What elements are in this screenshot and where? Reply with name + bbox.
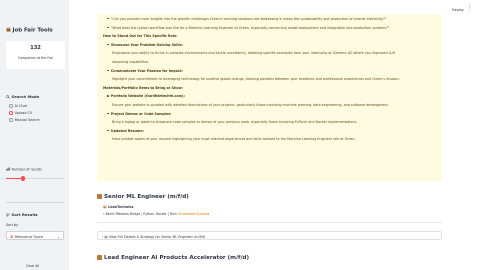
job-divider [97, 222, 442, 223]
bullet-icon [107, 43, 109, 46]
callout-line: "Can you provide more insights into the … [107, 17, 386, 21]
callout-line-text: Showcase Your Problem-Solving Skills: [110, 42, 183, 47]
results-count-label-text: Number of results [11, 167, 42, 172]
search-mode-heading: Search Mode [6, 94, 39, 99]
sidebar-bottom-action[interactable]: Clear All [26, 264, 39, 268]
callout-line-text: Bring a laptop or tablet to showcase cod… [112, 120, 358, 125]
sort-by-value: Relevance Score [14, 234, 43, 239]
radio-label: Upload CV [14, 111, 33, 115]
callout-line-text: How to Stand Out for This Specific Role: [103, 34, 178, 39]
callout-line: Emphasize your ability to thrive in comp… [112, 51, 395, 55]
callout-line-text: Project Demos or Code Samples: [110, 111, 172, 116]
chart-icon [6, 167, 10, 171]
results-count-slider[interactable] [6, 176, 64, 181]
sort-results-heading: Sort Results [6, 212, 38, 217]
radio-upload-cv[interactable]: Upload CV [9, 111, 32, 115]
radio-circle-selected[interactable] [9, 111, 13, 115]
bullet-icon [107, 26, 109, 28]
company-name: LeanTechnics [103, 205, 133, 209]
callout-line-text: Ensure your website is updated with deta… [112, 103, 389, 107]
sort-icon [6, 213, 10, 216]
bullet-icon [107, 129, 109, 132]
chevron-down-icon: ⌄ [57, 234, 60, 239]
callout-line-text: Portfolio Website (Ourlittletechfe.com): [110, 94, 185, 99]
sort-by-label: Sort by [6, 223, 19, 227]
briefcase-icon [97, 194, 102, 199]
callout-line: "What does the typical workflow look lik… [107, 26, 389, 30]
document-icon: ▤ [104, 234, 108, 239]
main-content: "Can you provide more insights into the … [69, 0, 480, 270]
callout-line-text: reasoning capabilities. [112, 60, 150, 64]
callout-line: Showcase Your Problem-Solving Skills: [107, 43, 183, 47]
radio-circle[interactable] [9, 118, 13, 122]
radio-circle[interactable] [9, 104, 13, 108]
callout-line: How to Stand Out for This Specific Role: [103, 34, 178, 38]
job-location: Berlin Potsdam Bridge [105, 212, 141, 216]
callout-line-text: Emphasize your ability to thrive in comp… [112, 51, 396, 56]
callout-line-text: Updated Resume: [110, 128, 144, 133]
callout-line: Have printed copies of your resume highl… [112, 137, 356, 141]
briefcase-icon [6, 27, 11, 32]
location-icon: ⌖ [103, 212, 105, 216]
metric-value: 132 [30, 45, 41, 51]
callout-line: Materials/Portfolio Items to Bring or Sh… [103, 86, 183, 90]
radio-ai-chat[interactable]: AI Chat [9, 104, 27, 108]
magnifier-icon [6, 94, 10, 99]
bullet-icon [107, 17, 109, 20]
building-icon [103, 205, 107, 209]
sidebar-title-text: Job Fair Tools [12, 27, 53, 34]
callout-line-text: "What does the typical workflow look lik… [110, 25, 390, 30]
bullet-icon [107, 112, 109, 114]
slider-handle[interactable] [21, 176, 26, 181]
briefcase-icon [97, 255, 102, 260]
callout-line-text: Materials/Portfolio Items to Bring or Sh… [103, 85, 183, 90]
callout-line-text: "Can you provide more insights into the … [110, 17, 387, 21]
job-title: Lead Engineer AI Products Accelerator (m… [97, 255, 249, 261]
callout-line-text: Have printed copies of your resume highl… [112, 137, 356, 142]
radio-label: Manual Search [14, 118, 40, 122]
bullet-icon [107, 95, 109, 97]
sidebar-title: Job Fair Tools [6, 27, 53, 34]
job-title: Senior ML Engineer (m/f/d) [97, 194, 189, 200]
callout-line: Portfolio Website (Ourlittletechfe.com): [107, 94, 185, 98]
job-details-expander[interactable]: › ▤ View Full Details & Strategy for Sen… [97, 231, 442, 240]
radio-label: AI Chat [14, 104, 27, 108]
bullet-icon [107, 69, 109, 71]
job-title-text: Lead Engineer AI Products Accelerator (m… [104, 255, 250, 262]
strategy-callout: "Can you provide more insights into the … [97, 14, 442, 181]
callout-line: Project Demos or Code Samples: [107, 112, 172, 116]
callout-line: Ensure your website is updated with deta… [112, 103, 389, 107]
job-tech-label: Tech: [169, 212, 179, 216]
metric-label: Companies at the Fair [18, 56, 53, 60]
target-icon [10, 235, 14, 238]
job-tech-value: Embedded Systems [178, 212, 210, 216]
sort-by-select[interactable]: Relevance Score ⌄ [6, 231, 64, 240]
callout-line: Updated Resume: [107, 129, 144, 133]
sort-results-heading-text: Sort Results [11, 212, 38, 217]
sidebar: Job Fair Tools 132 Companies at the Fair… [0, 0, 69, 270]
results-count-label: Number of results [6, 167, 42, 172]
callout-line: reasoning capabilities. [112, 60, 149, 64]
callout-line: Communicate Your Passion for Impact: [107, 69, 183, 73]
radio-manual-search[interactable]: Manual Search [9, 118, 40, 122]
sidebar-divider [6, 202, 64, 203]
callout-line-text: Communicate Your Passion for Impact: [110, 68, 183, 73]
callout-line: Bring a laptop or tablet to showcase cod… [112, 120, 357, 124]
callout-line: Highlight your commitment to leveraging … [112, 77, 400, 81]
job-title-text: Senior ML Engineer (m/f/d) [104, 194, 189, 201]
callout-line-text: Highlight your commitment to leveraging … [112, 77, 400, 82]
search-mode-heading-text: Search Mode [11, 94, 40, 99]
companies-metric: 132 Companies at the Fair [6, 41, 65, 69]
company-name-text: LeanTechnics [108, 205, 134, 210]
job-skills: Python, Docker [143, 212, 167, 216]
job-details-expander-label: View Full Details & Strategy for Senior … [108, 234, 206, 239]
job-meta: ⌖ Berlin Potsdam Bridge | Python, Docker… [103, 212, 209, 216]
